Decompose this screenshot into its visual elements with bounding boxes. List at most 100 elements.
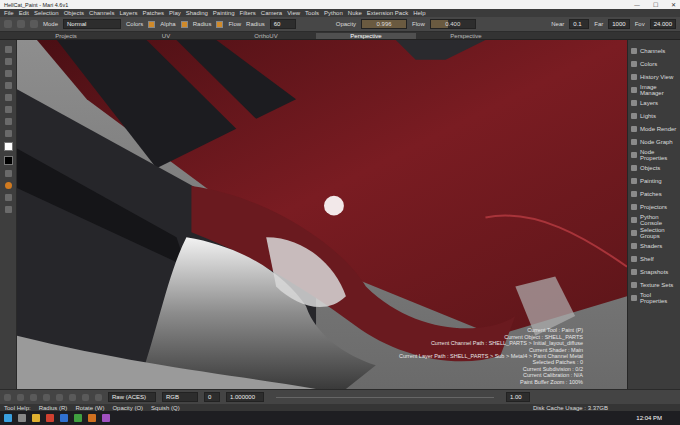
radius-field[interactable]: 60 xyxy=(270,19,296,29)
color-swatch[interactable] xyxy=(4,156,13,165)
menu-item[interactable]: Painting xyxy=(213,10,235,16)
tool-icon[interactable] xyxy=(5,106,12,113)
palette-button[interactable]: Texture Sets xyxy=(628,278,680,291)
toggle-checkbox[interactable] xyxy=(148,21,155,28)
view-tab[interactable]: Projects xyxy=(16,33,116,39)
view-tab-label[interactable]: Projects xyxy=(55,33,77,39)
nav-icon[interactable] xyxy=(56,394,63,401)
palette-button[interactable]: Mode Render xyxy=(628,122,680,135)
menu-item[interactable]: Shading xyxy=(186,10,208,16)
app-icon[interactable] xyxy=(60,414,68,422)
window-control[interactable]: — xyxy=(630,2,644,8)
menu-item[interactable]: Help xyxy=(413,10,425,16)
menu-item[interactable]: Layers xyxy=(119,10,137,16)
tool-icon[interactable] xyxy=(5,94,12,101)
clock[interactable]: 12:04 PM xyxy=(636,415,676,421)
toggle-label[interactable]: Radius xyxy=(193,21,212,27)
palette-button[interactable]: Painting xyxy=(628,174,680,187)
tool-icon[interactable] xyxy=(5,70,12,77)
toggle-checkbox[interactable] xyxy=(181,21,188,28)
palette-label[interactable]: Python Console xyxy=(640,214,680,226)
tool-icon[interactable] xyxy=(5,118,12,125)
palette-label[interactable]: Channels xyxy=(640,48,665,54)
app-icon[interactable] xyxy=(102,414,110,422)
app-icon[interactable] xyxy=(88,414,96,422)
menu-item[interactable]: Channels xyxy=(89,10,114,16)
palette-label[interactable]: Lights xyxy=(640,113,656,119)
view-tab-label[interactable]: Perspective xyxy=(450,33,481,39)
menu-item[interactable]: Nuke xyxy=(348,10,362,16)
toggle-label[interactable]: Alpha xyxy=(160,21,175,27)
palette-button[interactable]: Shelf xyxy=(628,252,680,265)
palette-label[interactable]: Selection Groups xyxy=(640,227,680,239)
view-tab-label[interactable]: Perspective xyxy=(350,33,381,39)
gain-field[interactable]: 1.000000 xyxy=(226,392,264,402)
menu-item[interactable]: Tools xyxy=(305,10,319,16)
nav-icon[interactable] xyxy=(95,394,102,401)
nav-icon[interactable] xyxy=(82,394,89,401)
palette-button[interactable]: Shaders xyxy=(628,239,680,252)
toggle-label[interactable]: Flow xyxy=(228,21,241,27)
nav-icon[interactable] xyxy=(4,394,11,401)
colors-label[interactable]: Colors xyxy=(126,21,143,27)
view-tab[interactable]: Perspective xyxy=(316,33,416,39)
palette-label[interactable]: Painting xyxy=(640,178,662,184)
app-icon[interactable] xyxy=(74,414,82,422)
tool-icon[interactable] xyxy=(5,58,12,65)
app-icon[interactable] xyxy=(46,414,54,422)
tool-icon[interactable] xyxy=(5,46,12,53)
toggle-checkbox[interactable] xyxy=(216,21,223,28)
tool-icon[interactable] xyxy=(17,20,25,28)
menu-item[interactable]: File xyxy=(4,10,14,16)
window-control[interactable]: ☐ xyxy=(648,2,662,8)
palette-button[interactable]: History View xyxy=(628,70,680,83)
palette-label[interactable]: History View xyxy=(640,74,673,80)
palette-label[interactable]: Colors xyxy=(640,61,657,67)
menu-item[interactable]: Extension Pack xyxy=(367,10,408,16)
menu-item[interactable]: View xyxy=(287,10,300,16)
nav-icon[interactable] xyxy=(43,394,50,401)
tool-icon[interactable] xyxy=(5,170,12,177)
palette-label[interactable]: Objects xyxy=(640,165,660,171)
palette-button[interactable]: Node Properties xyxy=(628,148,680,161)
palette-button[interactable]: Patches xyxy=(628,187,680,200)
palette-button[interactable]: Node Graph xyxy=(628,135,680,148)
palette-label[interactable]: Texture Sets xyxy=(640,282,673,288)
view-tab-label[interactable]: OrthoUV xyxy=(254,33,277,39)
tool-icon[interactable] xyxy=(5,206,12,213)
menu-item[interactable]: Patches xyxy=(142,10,164,16)
menu-item[interactable]: Filters xyxy=(240,10,256,16)
view-tab[interactable]: UV xyxy=(116,33,216,39)
camera-field[interactable]: 24.000 xyxy=(650,19,676,29)
nav-icon[interactable] xyxy=(69,394,76,401)
palette-label[interactable]: Layers xyxy=(640,100,658,106)
palette-label[interactable]: Node Graph xyxy=(640,139,673,145)
app-icon[interactable] xyxy=(32,414,40,422)
menu-item[interactable]: Play xyxy=(169,10,181,16)
palette-label[interactable]: Image Manager xyxy=(640,84,680,96)
palette-button[interactable]: Projectors xyxy=(628,200,680,213)
tool-icon[interactable] xyxy=(5,130,12,137)
tool-icon[interactable] xyxy=(4,20,12,28)
tool-icon[interactable] xyxy=(5,182,12,189)
palette-label[interactable]: Shaders xyxy=(640,243,662,249)
view-tab-label[interactable]: UV xyxy=(162,33,170,39)
nav-icon[interactable] xyxy=(17,394,24,401)
flow-slider[interactable]: 0.400 xyxy=(430,19,476,29)
palette-label[interactable]: Snapshots xyxy=(640,269,668,275)
menu-item[interactable]: Objects xyxy=(64,10,84,16)
tool-icon[interactable] xyxy=(5,194,12,201)
palette-label[interactable]: Projectors xyxy=(640,204,667,210)
palette-label[interactable]: Patches xyxy=(640,191,662,197)
colorspace-dropdown[interactable]: Raw (ACES) xyxy=(108,392,156,402)
menu-item[interactable]: Edit xyxy=(19,10,29,16)
menu-item[interactable]: Camera xyxy=(261,10,282,16)
palette-button[interactable]: Lights xyxy=(628,109,680,122)
color-swatch[interactable] xyxy=(4,142,13,151)
palette-button[interactable]: Image Manager xyxy=(628,83,680,96)
menu-item[interactable]: Python xyxy=(324,10,343,16)
menu-item[interactable]: Selection xyxy=(34,10,59,16)
palette-button[interactable]: Python Console xyxy=(628,213,680,226)
viewport[interactable]: Current Tool : Paint (P)Current Object :… xyxy=(17,40,627,389)
app-icon[interactable] xyxy=(18,414,26,422)
